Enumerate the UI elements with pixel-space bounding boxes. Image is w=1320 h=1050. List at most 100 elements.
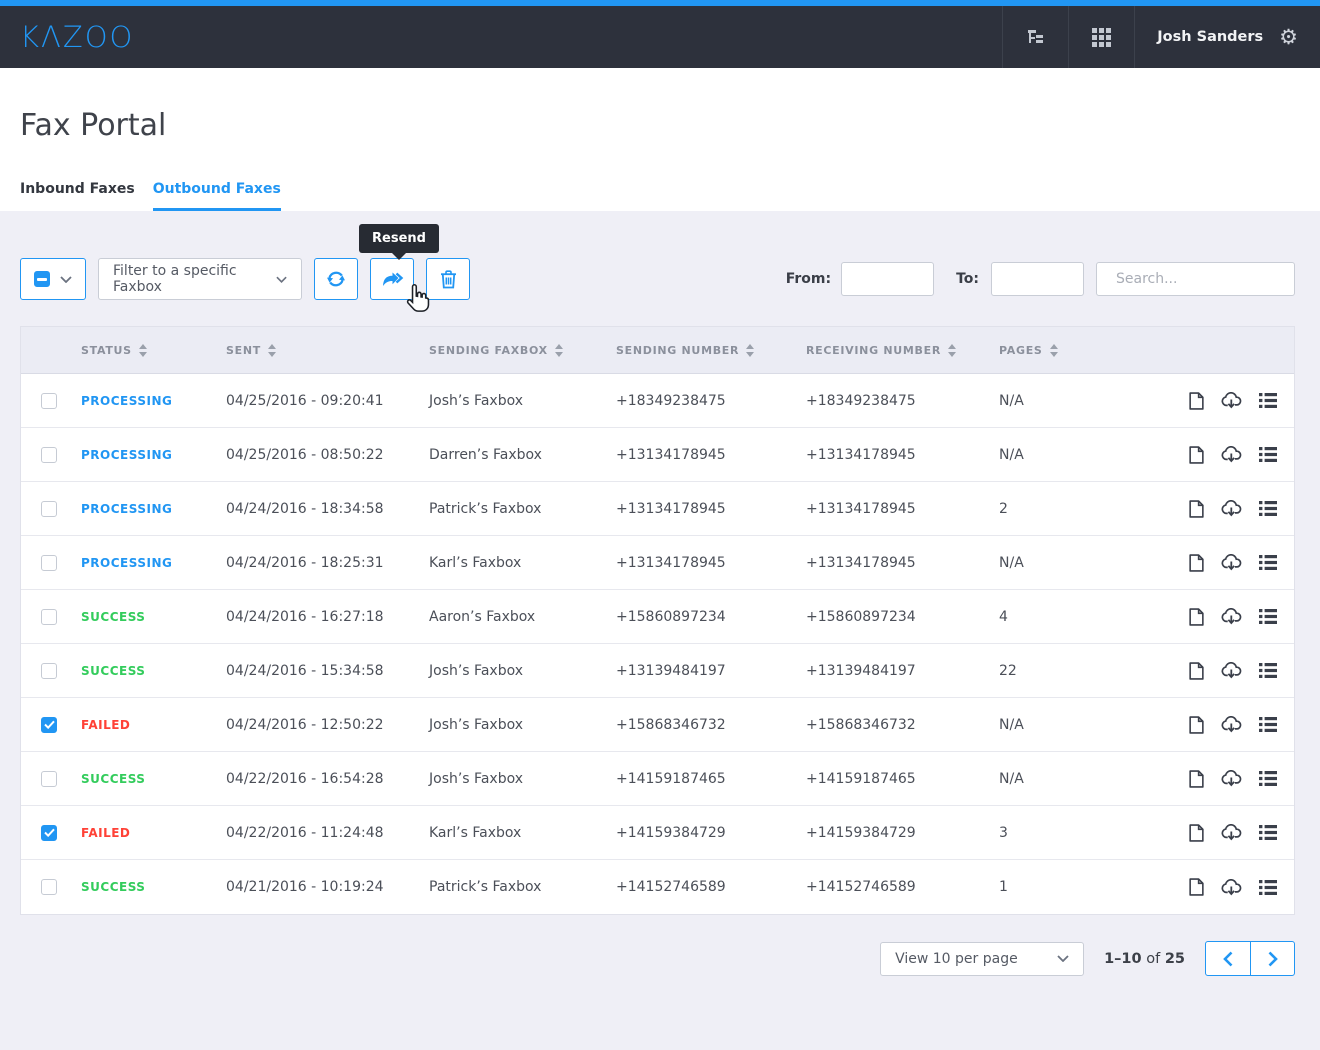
column-header-sent[interactable]: Sent	[226, 344, 429, 357]
next-page-button[interactable]	[1250, 942, 1294, 975]
range-total: 25	[1165, 951, 1185, 967]
table-row: SUCCESS 04/21/2016 - 10:19:24 Patrick’s …	[21, 860, 1294, 914]
download-icon[interactable]	[1221, 554, 1242, 571]
tab-bar: Inbound Faxes Outbound Faxes	[20, 181, 1300, 211]
kazoo-logo: KΛZOO	[20, 20, 134, 54]
row-checkbox[interactable]	[41, 879, 57, 895]
download-icon[interactable]	[1221, 608, 1242, 625]
per-page-select[interactable]: View 10 per page	[880, 942, 1084, 976]
user-name: Josh Sanders	[1157, 29, 1263, 45]
details-icon[interactable]	[1259, 771, 1277, 786]
account-hierarchy-button[interactable]	[1002, 6, 1068, 68]
details-icon[interactable]	[1259, 880, 1277, 895]
document-icon[interactable]	[1189, 554, 1204, 572]
sort-icon	[139, 344, 147, 357]
sending-faxbox: Josh’s Faxbox	[429, 663, 616, 679]
row-checkbox[interactable]	[41, 501, 57, 517]
faxbox-filter-select[interactable]: Filter to a specific Faxbox	[98, 258, 302, 300]
sort-icon	[1050, 344, 1058, 357]
content-area: Filter to a specific Faxbox	[0, 211, 1320, 1050]
table-row: SUCCESS 04/24/2016 - 16:27:18 Aaron’s Fa…	[21, 590, 1294, 644]
delete-button[interactable]	[426, 258, 470, 300]
document-icon[interactable]	[1189, 770, 1204, 788]
column-header-receiving-number[interactable]: Receiving Number	[806, 344, 999, 357]
document-icon[interactable]	[1189, 716, 1204, 734]
row-checkbox[interactable]	[41, 771, 57, 787]
from-date-input[interactable]	[841, 262, 934, 296]
row-checkbox[interactable]	[41, 555, 57, 571]
status-badge: SUCCESS	[81, 664, 145, 678]
receiving-number: +14159187465	[806, 771, 999, 787]
details-icon[interactable]	[1259, 393, 1277, 408]
resend-icon	[381, 271, 404, 288]
sending-number: +14152746589	[616, 879, 806, 895]
gear-icon[interactable]: ⚙	[1279, 27, 1298, 48]
status-badge: SUCCESS	[81, 880, 145, 894]
row-checkbox[interactable]	[41, 717, 57, 733]
download-icon[interactable]	[1221, 446, 1242, 463]
sending-faxbox: Josh’s Faxbox	[429, 771, 616, 787]
faxbox-filter-value: Filter to a specific Faxbox	[113, 263, 276, 295]
status-badge: FAILED	[81, 718, 130, 732]
download-icon[interactable]	[1221, 879, 1242, 896]
details-icon[interactable]	[1259, 501, 1277, 516]
sending-number: +13139484197	[616, 663, 806, 679]
refresh-button[interactable]	[314, 258, 358, 300]
download-icon[interactable]	[1221, 392, 1242, 409]
details-icon[interactable]	[1259, 555, 1277, 570]
receiving-number: +13134178945	[806, 447, 999, 463]
sending-number: +13134178945	[616, 501, 806, 517]
sending-faxbox: Patrick’s Faxbox	[429, 501, 616, 517]
document-icon[interactable]	[1189, 878, 1204, 896]
details-icon[interactable]	[1259, 663, 1277, 678]
download-icon[interactable]	[1221, 824, 1242, 841]
table-body: PROCESSING 04/25/2016 - 09:20:41 Josh’s …	[21, 374, 1294, 914]
column-header-status[interactable]: Status	[81, 344, 226, 357]
chevron-right-icon	[1268, 951, 1278, 967]
document-icon[interactable]	[1189, 608, 1204, 626]
prev-page-button[interactable]	[1206, 942, 1250, 975]
row-checkbox[interactable]	[41, 609, 57, 625]
pages-count: N/A	[999, 771, 1156, 787]
details-icon[interactable]	[1259, 447, 1277, 462]
user-menu[interactable]: Josh Sanders ⚙	[1134, 6, 1320, 68]
sending-faxbox: Karl’s Faxbox	[429, 555, 616, 571]
document-icon[interactable]	[1189, 824, 1204, 842]
refresh-icon	[326, 269, 346, 289]
document-icon[interactable]	[1189, 446, 1204, 464]
column-header-sending-number[interactable]: Sending Number	[616, 344, 806, 357]
to-date-input[interactable]	[991, 262, 1084, 296]
download-icon[interactable]	[1221, 770, 1242, 787]
table-header: Status Sent Sending Faxbox Sending Numbe…	[21, 327, 1294, 374]
search-input[interactable]	[1116, 271, 1290, 287]
sent-timestamp: 04/21/2016 - 10:19:24	[226, 879, 429, 895]
sort-icon	[555, 344, 563, 357]
receiving-number: +15860897234	[806, 609, 999, 625]
select-all-dropdown[interactable]	[20, 258, 86, 300]
download-icon[interactable]	[1221, 500, 1242, 517]
details-icon[interactable]	[1259, 609, 1277, 624]
select-all-checkbox[interactable]	[34, 271, 50, 287]
status-badge: PROCESSING	[81, 448, 172, 462]
column-header-sending-faxbox[interactable]: Sending Faxbox	[429, 344, 616, 357]
page-title: Fax Portal	[20, 68, 1300, 143]
document-icon[interactable]	[1189, 500, 1204, 518]
column-header-pages[interactable]: Pages	[999, 344, 1156, 357]
sent-timestamp: 04/22/2016 - 11:24:48	[226, 825, 429, 841]
apps-menu-button[interactable]	[1068, 6, 1134, 68]
sending-number: +14159384729	[616, 825, 806, 841]
receiving-number: +15868346732	[806, 717, 999, 733]
tab-outbound-faxes[interactable]: Outbound Faxes	[153, 181, 281, 211]
row-checkbox[interactable]	[41, 393, 57, 409]
download-icon[interactable]	[1221, 716, 1242, 733]
row-checkbox[interactable]	[41, 825, 57, 841]
receiving-number: +14152746589	[806, 879, 999, 895]
row-checkbox[interactable]	[41, 663, 57, 679]
details-icon[interactable]	[1259, 825, 1277, 840]
row-checkbox[interactable]	[41, 447, 57, 463]
document-icon[interactable]	[1189, 392, 1204, 410]
tab-inbound-faxes[interactable]: Inbound Faxes	[20, 181, 135, 211]
download-icon[interactable]	[1221, 662, 1242, 679]
document-icon[interactable]	[1189, 662, 1204, 680]
details-icon[interactable]	[1259, 717, 1277, 732]
